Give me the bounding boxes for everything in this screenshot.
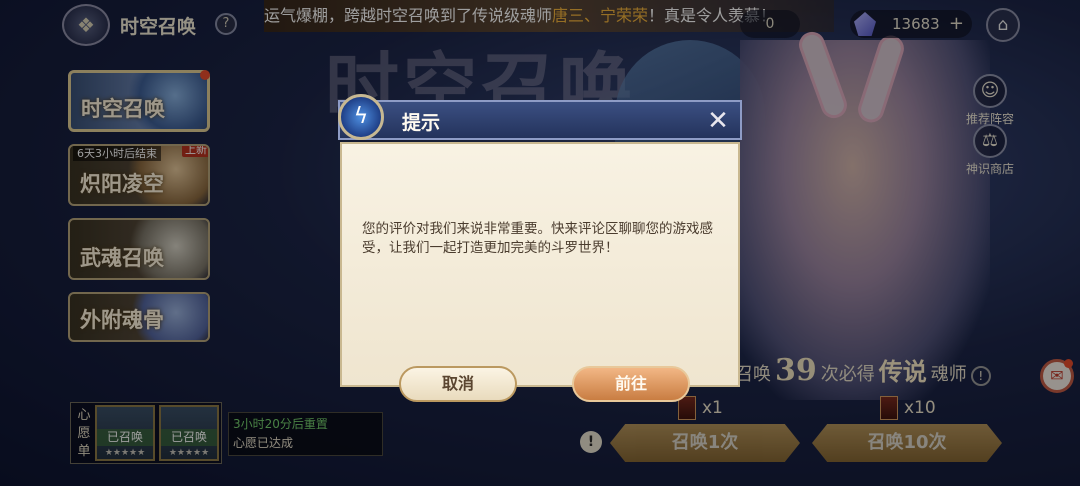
go-button[interactable]: 前往 — [572, 366, 690, 402]
close-icon[interactable]: ✕ — [704, 107, 732, 135]
dialog-title: 提示 — [402, 112, 441, 134]
dialog-message: 您的评价对我们来说非常重要。快来评论区聊聊您的游戏感受，让我们一起打造更加完美的… — [362, 221, 713, 256]
lightning-emblem-icon: ϟ — [338, 94, 384, 140]
dialog-body: 您的评价对我们来说非常重要。快来评论区聊聊您的游戏感受，让我们一起打造更加完美的… — [340, 142, 740, 402]
dialog-header: 提示 ✕ — [338, 100, 742, 140]
cancel-button[interactable]: 取消 — [399, 366, 517, 402]
prompt-dialog: 您的评价对我们来说非常重要。快来评论区聊聊您的游戏感受，让我们一起打造更加完美的… — [338, 94, 742, 402]
